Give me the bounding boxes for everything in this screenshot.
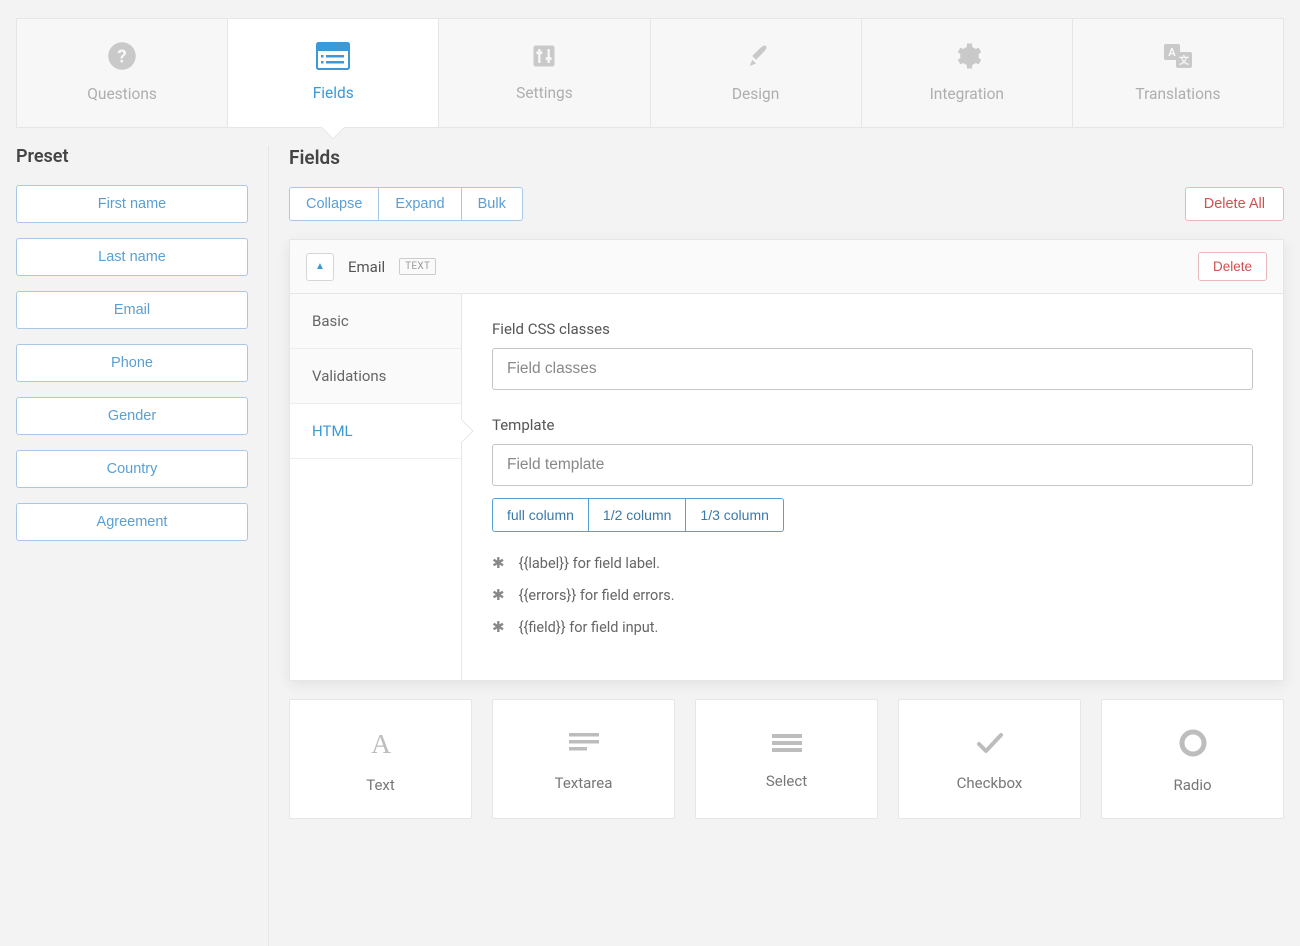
fields-toolbar: Collapse Expand Bulk Delete All xyxy=(289,187,1284,221)
field-type-text[interactable]: A Text xyxy=(289,699,472,819)
collapse-button[interactable]: Collapse xyxy=(289,187,379,221)
tab-translations[interactable]: A 文 Translations xyxy=(1073,18,1284,127)
delete-field-button[interactable]: Delete xyxy=(1198,252,1267,281)
tab-label: Fields xyxy=(313,84,354,102)
sidebar-title: Preset xyxy=(16,146,248,167)
collapse-field-button[interactable]: ▲ xyxy=(306,253,334,281)
template-label: Template xyxy=(492,416,1253,434)
field-type-checkbox[interactable]: Checkbox xyxy=(898,699,1081,819)
check-icon xyxy=(975,730,1005,756)
preset-gender[interactable]: Gender xyxy=(16,397,248,435)
tile-label: Radio xyxy=(1173,776,1211,794)
expand-button[interactable]: Expand xyxy=(379,187,461,221)
sub-tab-html[interactable]: HTML xyxy=(290,404,461,459)
content-pane: Fields Collapse Expand Bulk Delete All ▲… xyxy=(268,146,1284,946)
hint-text: {{errors}} for field errors. xyxy=(519,587,675,604)
tab-label: Integration xyxy=(930,85,1004,103)
tab-questions[interactable]: ? Questions xyxy=(16,18,228,127)
preset-sidebar: Preset First name Last name Email Phone … xyxy=(16,146,268,556)
gear-icon xyxy=(952,41,982,71)
field-type-radio[interactable]: Radio xyxy=(1101,699,1284,819)
page-title: Fields xyxy=(289,146,1284,169)
asterisk-icon: ✱ xyxy=(492,618,505,636)
third-column-button[interactable]: 1/3 column xyxy=(686,498,783,532)
sliders-icon xyxy=(530,42,558,70)
textarea-icon xyxy=(567,730,601,756)
preset-agreement[interactable]: Agreement xyxy=(16,503,248,541)
field-type-select[interactable]: Select xyxy=(695,699,878,819)
tile-label: Select xyxy=(766,772,807,790)
hint-text: {{field}} for field input. xyxy=(519,619,659,636)
field-type-tiles: A Text Textarea xyxy=(289,699,1284,819)
field-card: ▲ Email TEXT Delete Basic Validations HT… xyxy=(289,239,1284,681)
preset-first-name[interactable]: First name xyxy=(16,185,248,223)
html-pane: Field CSS classes Template full column 1… xyxy=(462,294,1283,680)
svg-text:A: A xyxy=(371,728,391,758)
question-icon: ? xyxy=(107,41,137,71)
view-button-group: Collapse Expand Bulk xyxy=(289,187,523,221)
css-classes-input[interactable] xyxy=(492,348,1253,390)
field-sub-tabs: Basic Validations HTML xyxy=(290,294,462,680)
preset-email[interactable]: Email xyxy=(16,291,248,329)
tab-label: Design xyxy=(732,85,779,103)
translate-icon: A 文 xyxy=(1162,41,1194,71)
asterisk-icon: ✱ xyxy=(492,586,505,604)
tab-label: Questions xyxy=(87,85,157,103)
preset-country[interactable]: Country xyxy=(16,450,248,488)
sub-tab-validations[interactable]: Validations xyxy=(290,349,461,404)
preset-last-name[interactable]: Last name xyxy=(16,238,248,276)
tile-label: Text xyxy=(366,776,395,794)
text-icon: A xyxy=(366,728,396,758)
css-classes-label: Field CSS classes xyxy=(492,320,1253,338)
top-tab-bar: ? Questions Fields Settings xyxy=(16,18,1284,128)
tile-label: Textarea xyxy=(555,774,613,792)
template-input[interactable] xyxy=(492,444,1253,486)
tab-label: Settings xyxy=(516,84,573,102)
sub-tab-basic[interactable]: Basic xyxy=(290,294,461,349)
field-name: Email xyxy=(348,258,385,276)
form-fields-icon xyxy=(316,42,350,70)
tab-label: Translations xyxy=(1135,85,1220,103)
radio-icon xyxy=(1178,728,1208,758)
tab-settings[interactable]: Settings xyxy=(439,18,650,127)
field-type-badge: TEXT xyxy=(399,258,436,275)
tab-design[interactable]: Design xyxy=(651,18,862,127)
column-width-group: full column 1/2 column 1/3 column xyxy=(492,498,784,532)
svg-text:文: 文 xyxy=(1179,54,1190,67)
svg-text:?: ? xyxy=(117,45,126,67)
select-icon xyxy=(770,732,804,754)
template-hints: ✱ {{label}} for field label. ✱ {{errors}} … xyxy=(492,554,1253,636)
asterisk-icon: ✱ xyxy=(492,554,505,572)
field-header: ▲ Email TEXT Delete xyxy=(290,240,1283,294)
bulk-button[interactable]: Bulk xyxy=(462,187,523,221)
delete-all-button[interactable]: Delete All xyxy=(1185,187,1284,221)
tab-fields[interactable]: Fields xyxy=(228,18,439,127)
tile-label: Checkbox xyxy=(957,774,1023,792)
half-column-button[interactable]: 1/2 column xyxy=(589,498,686,532)
tab-integration[interactable]: Integration xyxy=(862,18,1073,127)
brush-icon xyxy=(741,41,771,71)
hint-text: {{label}} for field label. xyxy=(519,555,660,572)
svg-text:A: A xyxy=(1168,46,1176,59)
preset-phone[interactable]: Phone xyxy=(16,344,248,382)
full-column-button[interactable]: full column xyxy=(492,498,589,532)
field-type-textarea[interactable]: Textarea xyxy=(492,699,675,819)
